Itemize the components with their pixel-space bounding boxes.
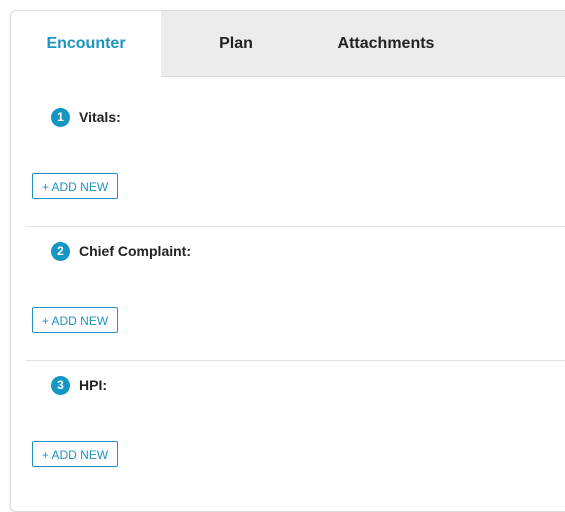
section-title: 3 HPI: [51,375,107,395]
section-label: Chief Complaint: [79,243,191,259]
tab-encounter[interactable]: Encounter [11,11,161,77]
tab-attachments[interactable]: Attachments [311,11,461,76]
step-number-badge: 3 [51,375,70,395]
section-title: 2 Chief Complaint: [51,241,191,261]
add-new-chief-complaint-button[interactable]: + ADD NEW [32,307,118,333]
section-divider [26,360,565,361]
add-new-vitals-button[interactable]: + ADD NEW [32,173,118,199]
tab-plan[interactable]: Plan [181,11,291,76]
section-label: HPI: [79,377,107,393]
section-label: Vitals: [79,109,121,125]
section-title: 1 Vitals: [51,107,121,127]
section-divider [26,226,565,227]
add-new-hpi-button[interactable]: + ADD NEW [32,441,118,467]
encounter-panel: Encounter Plan Attachments 1 Vitals: + A… [10,10,565,512]
step-number-badge: 2 [51,241,70,261]
step-number-badge: 1 [51,107,70,127]
tab-bar: Encounter Plan Attachments [11,11,565,77]
